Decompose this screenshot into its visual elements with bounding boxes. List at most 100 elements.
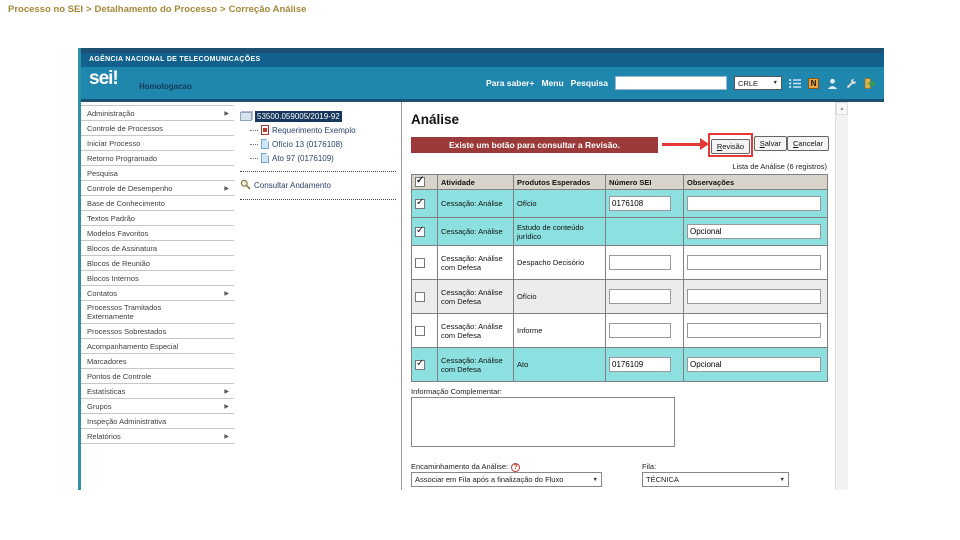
tree-doc-requerimento[interactable]: Requerimento Exemplo xyxy=(250,124,400,136)
wrench-icon[interactable] xyxy=(845,77,857,89)
dropdown-arrow-icon: ▼ xyxy=(592,476,598,483)
tree-process-node[interactable]: 53500.059005/2019-92 xyxy=(240,110,400,122)
search-input[interactable] xyxy=(615,76,727,90)
table-row: ✓ Cessação: Análise Estudo de conteúdo j… xyxy=(411,217,828,247)
app-header: sei! Homologacao Para saber+ Menu Pesqui… xyxy=(81,67,884,99)
tree-doc-ato[interactable]: Ato 97 (0176109) xyxy=(250,152,400,164)
sei-logo[interactable]: sei! xyxy=(89,68,119,90)
select-all-checkbox[interactable]: ✓ xyxy=(415,175,425,188)
sidebar-item-administracao[interactable]: Administração ▶ xyxy=(81,106,234,121)
breadcrumb: Processo no SEI > Detalhamento do Processo… xyxy=(8,4,307,15)
observacoes-input[interactable] xyxy=(687,196,821,212)
row-checkbox[interactable]: ✓ xyxy=(415,291,425,302)
help-icon[interactable]: ? xyxy=(511,462,521,472)
sidebar-item-grupos[interactable]: Grupos ▶ xyxy=(81,399,234,414)
numero-sei-input[interactable] xyxy=(609,196,671,212)
observacoes-input[interactable] xyxy=(687,289,821,305)
numero-sei-input[interactable] xyxy=(609,255,671,271)
salvar-button[interactable]: Salvar xyxy=(753,136,787,151)
cancelar-button[interactable]: Cancelar xyxy=(786,136,829,151)
observacoes-input[interactable] xyxy=(687,357,821,373)
row-checkbox[interactable]: ✓ xyxy=(415,224,425,237)
exit-icon[interactable] xyxy=(864,77,876,89)
tree-separator xyxy=(240,171,396,172)
vertical-scrollbar[interactable]: ▲ xyxy=(835,102,848,490)
encaminhamento-select[interactable]: Associar em Fila após a finalização do F… xyxy=(411,472,602,487)
info-complementar-textarea[interactable] xyxy=(411,397,675,447)
row-checkbox[interactable]: ✓ xyxy=(415,358,425,370)
observacoes-input[interactable] xyxy=(687,323,821,339)
sidebar-item-blocos-internos[interactable]: Blocos Internos▶ xyxy=(81,271,234,286)
menu-menu[interactable]: Menu xyxy=(541,78,563,88)
table-row: ✓ Cessação: Análise com Defesa Informe xyxy=(411,313,828,349)
scroll-up-icon[interactable]: ▲ xyxy=(836,102,848,115)
magnifier-icon xyxy=(240,179,251,192)
sidebar-item-iniciar-processo[interactable]: Iniciar Processo▶ xyxy=(81,136,234,151)
info-complementar-label: Informação Complementar: xyxy=(411,387,502,396)
sei-window: AGÊNCIA NACIONAL DE TELECOMUNICAÇÕES sei… xyxy=(78,48,884,490)
menu-pesquisa[interactable]: Pesquisa xyxy=(571,78,608,88)
tree-guide xyxy=(250,143,258,145)
list-icon[interactable] xyxy=(789,77,801,89)
row-checkbox[interactable]: ✓ xyxy=(415,197,425,209)
sidebar-item-processos-tramitados[interactable]: Processos Tramitados Externamente▶ xyxy=(81,301,234,324)
breadcrumb-link-detalhamento[interactable]: Detalhamento do Processo xyxy=(95,4,217,15)
sidebar-item-controle-de-processos[interactable]: Controle de Processos▶ xyxy=(81,121,234,136)
breadcrumb-link-processo[interactable]: Processo no SEI xyxy=(8,4,83,15)
tree-guide xyxy=(250,157,258,159)
chevron-right-icon: ▶ xyxy=(224,110,229,117)
sidebar-item-inspecao-administrativa[interactable]: Inspeção Administrativa▶ xyxy=(81,414,234,429)
pdf-icon xyxy=(261,125,269,135)
numero-sei-input[interactable] xyxy=(609,357,671,373)
table-row: ✓ Cessação: Análise com Defesa Ato xyxy=(411,347,828,383)
chevron-right-icon: ▶ xyxy=(224,433,229,440)
process-number: 53500.059005/2019-92 xyxy=(255,110,342,122)
process-tree: 53500.059005/2019-92 Requerimento Exempl… xyxy=(240,110,400,207)
sidebar-item-marcadores[interactable]: Marcadores▶ xyxy=(81,354,234,369)
col-numero-sei: Número SEI xyxy=(605,173,684,191)
sidebar-menu: Administração▶ Controle de Processos▶ In… xyxy=(81,105,234,444)
tree-separator xyxy=(240,199,396,200)
unit-select[interactable]: CRLE ▼ xyxy=(734,76,782,90)
menu-para-saber[interactable]: Para saber+ xyxy=(486,78,534,88)
row-checkbox[interactable]: ✓ xyxy=(415,325,425,336)
row-checkbox[interactable]: ✓ xyxy=(415,257,425,268)
sidebar-item-base-de-conhecimento[interactable]: Base de Conhecimento▶ xyxy=(81,196,234,211)
sidebar-item-contatos[interactable]: Contatos ▶ xyxy=(81,286,234,301)
sidebar-item-textos-padrao[interactable]: Textos Padrão▶ xyxy=(81,211,234,226)
tree-doc-oficio[interactable]: Ofício 13 (0176108) xyxy=(250,138,400,150)
revisao-button[interactable]: Revisão xyxy=(710,139,750,154)
tree-guide xyxy=(250,129,258,131)
dropdown-arrow-icon: ▼ xyxy=(772,80,778,86)
sidebar-item-pesquisa[interactable]: Pesquisa▶ xyxy=(81,166,234,181)
sidebar-item-retorno-programado[interactable]: Retorno Programado▶ xyxy=(81,151,234,166)
chevron-right-icon: ▶ xyxy=(224,403,229,410)
environment-label: Homologacao xyxy=(139,82,192,91)
encaminhamento-label: Encaminhamento da Análise:? xyxy=(411,462,521,472)
numero-sei-input[interactable] xyxy=(609,323,671,339)
sidebar-item-pontos-de-controle[interactable]: Pontos de Controle▶ xyxy=(81,369,234,384)
sidebar-item-processos-sobrestados[interactable]: Processos Sobrestados▶ xyxy=(81,324,234,339)
sidebar-item-modelos-favoritos[interactable]: Modelos Favoritos▶ xyxy=(81,226,234,241)
tree-consultar-andamento[interactable]: Consultar Andamento xyxy=(240,179,400,192)
sidebar-item-acompanhamento-especial[interactable]: Acompanhamento Especial▶ xyxy=(81,339,234,354)
revisao-highlight-box: Revisão xyxy=(707,133,753,157)
fila-select[interactable]: TÉCNICA ▼ xyxy=(642,472,789,487)
col-observacoes: Observações xyxy=(683,173,828,191)
observacoes-input[interactable] xyxy=(687,224,821,240)
sidebar-item-controle-de-desempenho[interactable]: Controle de Desempenho ▶ xyxy=(81,181,234,196)
sidebar-item-blocos-de-reuniao[interactable]: Blocos de Reunião▶ xyxy=(81,256,234,271)
user-icon[interactable] xyxy=(826,77,838,89)
notes-icon[interactable]: N xyxy=(808,77,819,89)
table-header-row: ✓ Atividade Produtos Esperados Número SE… xyxy=(411,173,828,191)
annotation-callout: Existe um botão para consultar a Revisão… xyxy=(411,137,658,153)
sidebar-item-relatorios[interactable]: Relatórios ▶ xyxy=(81,429,234,444)
document-icon xyxy=(261,139,269,149)
check-icon: ✓ xyxy=(416,224,425,236)
sidebar-item-blocos-de-assinatura[interactable]: Blocos de Assinatura▶ xyxy=(81,241,234,256)
sidebar-item-estatisticas[interactable]: Estatísticas ▶ xyxy=(81,384,234,399)
panel-divider[interactable] xyxy=(401,102,402,490)
breadcrumb-current: Correção Análise xyxy=(228,4,307,15)
numero-sei-input[interactable] xyxy=(609,289,671,305)
observacoes-input[interactable] xyxy=(687,255,821,271)
